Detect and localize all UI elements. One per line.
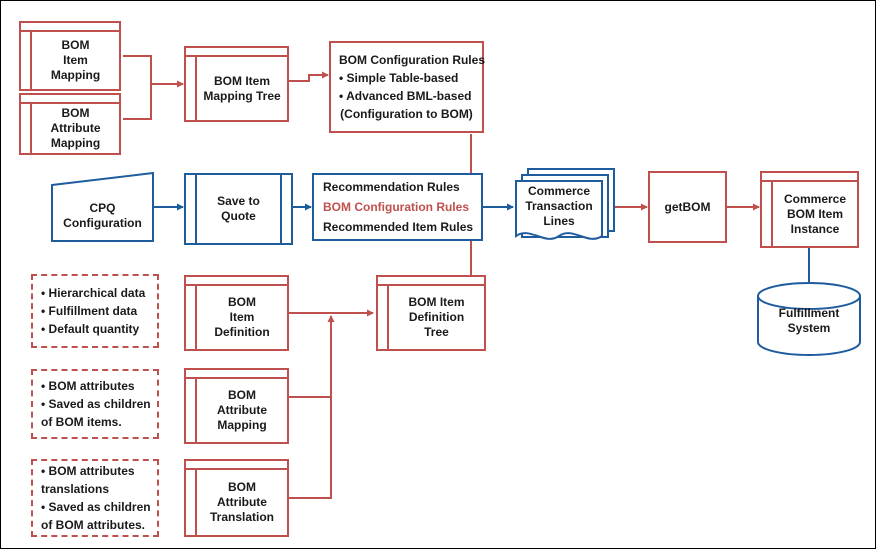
subprocess-bar-right [280, 175, 282, 243]
subprocess-bar-left [195, 175, 197, 243]
node-bom-configuration-rules[interactable]: BOM Configuration Rules • Simple Table-b… [329, 41, 485, 133]
node-save-to-quote[interactable]: Save to Quote [184, 173, 293, 245]
note-line: • Hierarchical data [41, 286, 146, 300]
node-label: BOM Item Mapping [50, 38, 101, 82]
table-column-bar [186, 286, 197, 349]
table-cell: Commerce BOM Item Instance [773, 182, 857, 246]
textbox-line: (Configuration to BOM) [340, 107, 473, 121]
table-column-bar [378, 286, 389, 349]
table-column-bar [186, 379, 197, 442]
rules-line-recommendation: Recommendation Rules [323, 180, 460, 194]
table-cell: BOM Item Definition [197, 286, 287, 349]
node-cpq-configuration[interactable]: CPQ Configuration [52, 201, 153, 231]
table-column-bar [21, 32, 32, 89]
table-cell: BOM Attribute Mapping [197, 379, 287, 442]
note-line: • Default quantity [41, 322, 140, 336]
node-label: CPQ Configuration [63, 201, 142, 230]
table-cell: BOM Item Definition Tree [389, 286, 484, 349]
table-body: BOM Item Mapping [21, 32, 119, 89]
table-header-bar [186, 461, 287, 470]
table-cell: BOM Item Mapping Tree [197, 57, 287, 120]
node-label: BOM Item Definition [214, 295, 270, 339]
table-header-bar [21, 95, 119, 104]
textbox-line: • Advanced BML-based [339, 89, 472, 103]
table-body: BOM Attribute Mapping [186, 379, 287, 442]
node-label: getBOM [664, 199, 711, 214]
node-label: Fulfillment System [778, 306, 840, 335]
table-cell: BOM Attribute Translation [197, 470, 287, 535]
note-line: of BOM items. [41, 415, 122, 429]
table-body: BOM Attribute Translation [186, 470, 287, 535]
node-label: BOM Attribute Translation [209, 480, 274, 524]
textbox-line: BOM Configuration Rules [339, 53, 485, 67]
note-line: • BOM attributes [41, 379, 135, 393]
node-bom-item-mapping[interactable]: BOM Item Mapping [19, 21, 121, 91]
node-label: BOM Item Mapping Tree [203, 73, 281, 103]
note-line: • BOM attributes [41, 464, 135, 478]
table-header-bar [378, 277, 484, 286]
table-column-bar [186, 470, 197, 535]
table-header-bar [186, 277, 287, 286]
node-commerce-bom-item-instance[interactable]: Commerce BOM Item Instance [760, 171, 859, 248]
node-label: BOM Item Definition Tree [408, 295, 465, 339]
table-body: BOM Item Mapping Tree [186, 57, 287, 120]
node-get-bom[interactable]: getBOM [648, 171, 727, 243]
note-line: of BOM attributes. [41, 518, 145, 532]
node-fulfillment-system[interactable]: Fulfillment System [758, 306, 860, 336]
diagram-canvas: BOM Item Mapping BOM Attribute Mapping B… [0, 0, 876, 549]
table-column-bar [762, 182, 773, 246]
rules-line-recommended-item: Recommended Item Rules [323, 220, 474, 234]
node-label: Save to Quote [217, 194, 260, 223]
table-column-bar [186, 57, 197, 120]
table-header-bar [186, 370, 287, 379]
node-label: Commerce Transaction Lines [525, 184, 593, 228]
node-bom-item-definition-tree[interactable]: BOM Item Definition Tree [376, 275, 486, 351]
table-column-bar [21, 104, 32, 153]
table-body: Commerce BOM Item Instance [762, 182, 857, 246]
table-header-bar [762, 173, 857, 182]
table-header-bar [186, 48, 287, 57]
node-rules-box[interactable]: Recommendation Rules BOM Configuration R… [312, 173, 483, 241]
note-line: • Saved as children [41, 397, 151, 411]
note-hierarchical-data: • Hierarchical data • Fulfillment data •… [31, 274, 159, 348]
node-bom-attribute-mapping-top[interactable]: BOM Attribute Mapping [19, 93, 121, 155]
node-bom-attribute-translation[interactable]: BOM Attribute Translation [184, 459, 289, 537]
node-label: BOM Attribute Mapping [50, 106, 101, 150]
node-bom-item-definition[interactable]: BOM Item Definition [184, 275, 289, 351]
note-bom-attributes: • BOM attributes • Saved as children of … [31, 369, 159, 439]
table-header-bar [21, 23, 119, 32]
rules-line-bom-configuration: BOM Configuration Rules [323, 200, 469, 214]
note-line: translations [41, 482, 110, 496]
table-cell: BOM Attribute Mapping [32, 104, 119, 153]
note-bom-attribute-translations: • BOM attributes translations • Saved as… [31, 459, 159, 537]
table-body: BOM Attribute Mapping [21, 104, 119, 153]
node-label: Commerce BOM Item Instance [783, 191, 847, 236]
node-bom-item-mapping-tree[interactable]: BOM Item Mapping Tree [184, 46, 289, 122]
node-bom-attribute-mapping-bottom[interactable]: BOM Attribute Mapping [184, 368, 289, 444]
table-body: BOM Item Definition [186, 286, 287, 349]
node-commerce-transaction-lines[interactable]: Commerce Transaction Lines [516, 184, 602, 229]
node-label: BOM Attribute Mapping [217, 388, 267, 432]
note-line: • Fulfillment data [41, 304, 138, 318]
table-cell: BOM Item Mapping [32, 32, 119, 89]
note-line: • Saved as children [41, 500, 151, 514]
table-body: BOM Item Definition Tree [378, 286, 484, 349]
textbox-line: • Simple Table-based [339, 71, 459, 85]
